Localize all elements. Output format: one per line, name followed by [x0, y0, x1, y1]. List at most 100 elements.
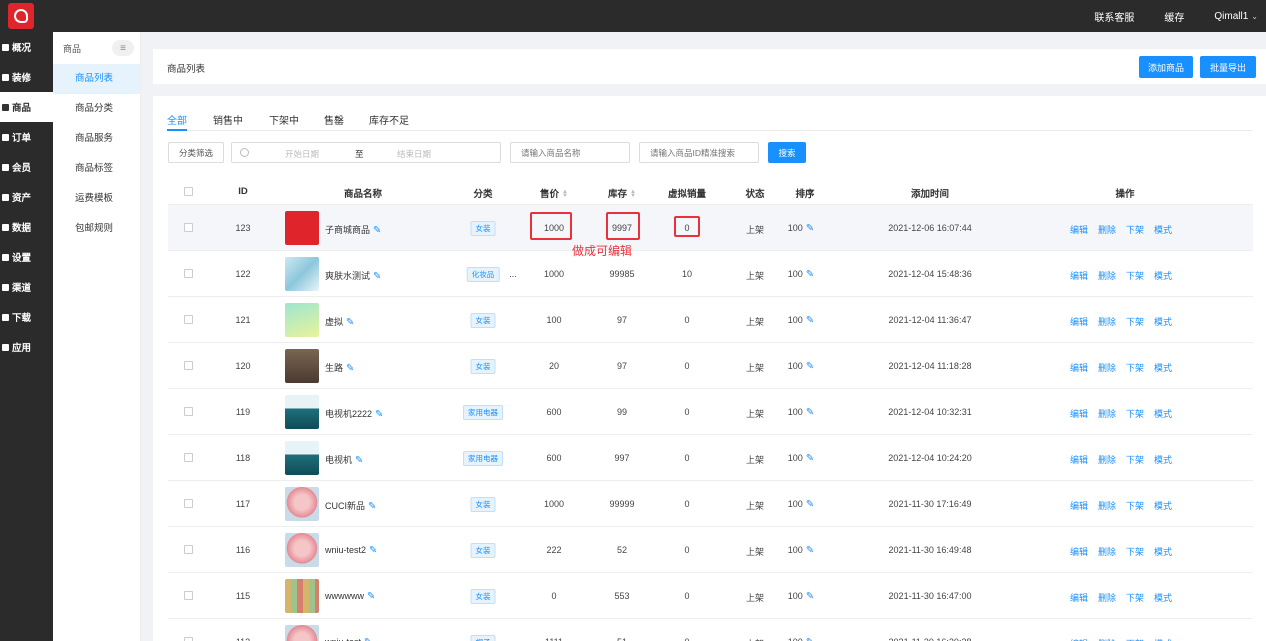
sidebar-item-member[interactable]: 会员 [0, 152, 53, 182]
goods-name-search-input[interactable] [510, 142, 630, 163]
offshelf-link[interactable]: 下架 [1126, 223, 1144, 236]
edit-link[interactable]: 编辑 [1070, 407, 1088, 420]
mode-link[interactable]: 模式 [1154, 315, 1172, 328]
edit-link[interactable]: 编辑 [1070, 269, 1088, 282]
cache-link[interactable]: 缓存 [1164, 9, 1184, 24]
offshelf-link[interactable]: 下架 [1126, 361, 1144, 374]
mode-link[interactable]: 模式 [1154, 637, 1172, 641]
edit-link[interactable]: 编辑 [1070, 315, 1088, 328]
row-checkbox[interactable] [184, 453, 193, 462]
edit-pencil-icon[interactable]: ✎ [375, 409, 383, 420]
sidebar-item-order[interactable]: 订单 [0, 122, 53, 152]
offshelf-link[interactable]: 下架 [1126, 269, 1144, 282]
tab-low-stock[interactable]: 库存不足 [369, 112, 409, 127]
start-date-input[interactable]: 开始日期 [285, 148, 319, 160]
delete-link[interactable]: 删除 [1098, 545, 1116, 558]
delete-link[interactable]: 删除 [1098, 315, 1116, 328]
date-range-picker[interactable]: 开始日期 至 结束日期 [231, 142, 501, 163]
edit-pencil-icon[interactable]: ✎ [806, 591, 814, 602]
edit-link[interactable]: 编辑 [1070, 361, 1088, 374]
mode-link[interactable]: 模式 [1154, 407, 1172, 420]
submenu-item-free-shipping[interactable]: 包邮规则 [53, 214, 140, 244]
delete-link[interactable]: 删除 [1098, 453, 1116, 466]
delete-link[interactable]: 删除 [1098, 591, 1116, 604]
logo[interactable] [8, 3, 34, 29]
mode-link[interactable]: 模式 [1154, 499, 1172, 512]
submenu-item-goods-service[interactable]: 商品服务 [53, 124, 140, 154]
category-filter-button[interactable]: 分类筛选 [168, 142, 224, 163]
submenu-item-shipping-template[interactable]: 运费模板 [53, 184, 140, 214]
sidebar-item-goods[interactable]: 商品 [0, 92, 53, 122]
mode-link[interactable]: 模式 [1154, 361, 1172, 374]
mode-link[interactable]: 模式 [1154, 269, 1172, 282]
row-checkbox[interactable] [184, 591, 193, 600]
end-date-input[interactable]: 结束日期 [397, 148, 431, 160]
edit-pencil-icon[interactable]: ✎ [368, 501, 376, 512]
edit-pencil-icon[interactable]: ✎ [806, 499, 814, 510]
delete-link[interactable]: 删除 [1098, 407, 1116, 420]
delete-link[interactable]: 删除 [1098, 361, 1116, 374]
search-button[interactable]: 搜索 [768, 142, 806, 163]
row-checkbox[interactable] [184, 269, 193, 278]
row-checkbox[interactable] [184, 223, 193, 232]
user-menu[interactable]: Qimall1 ⌄ [1214, 11, 1258, 22]
sidebar-item-channel[interactable]: 渠道 [0, 272, 53, 302]
edit-link[interactable]: 编辑 [1070, 637, 1088, 641]
collapse-menu-icon[interactable]: ≡ [112, 40, 134, 56]
edit-link[interactable]: 编辑 [1070, 453, 1088, 466]
edit-link[interactable]: 编辑 [1070, 591, 1088, 604]
col-stock[interactable]: 库存 ▲ ▼ [608, 186, 636, 200]
row-checkbox[interactable] [184, 499, 193, 508]
edit-pencil-icon[interactable]: ✎ [806, 361, 814, 372]
select-all-checkbox[interactable] [184, 187, 193, 196]
edit-pencil-icon[interactable]: ✎ [367, 591, 375, 602]
offshelf-link[interactable]: 下架 [1126, 637, 1144, 641]
mode-link[interactable]: 模式 [1154, 591, 1172, 604]
edit-pencil-icon[interactable]: ✎ [373, 225, 381, 236]
category-more[interactable]: ... [509, 269, 517, 279]
delete-link[interactable]: 删除 [1098, 637, 1116, 641]
mode-link[interactable]: 模式 [1154, 453, 1172, 466]
delete-link[interactable]: 删除 [1098, 499, 1116, 512]
edit-pencil-icon[interactable]: ✎ [364, 637, 372, 641]
mode-link[interactable]: 模式 [1154, 545, 1172, 558]
offshelf-link[interactable]: 下架 [1126, 453, 1144, 466]
edit-pencil-icon[interactable]: ✎ [806, 407, 814, 418]
edit-pencil-icon[interactable]: ✎ [806, 637, 814, 641]
tab-off-shelf[interactable]: 下架中 [269, 112, 299, 127]
sidebar-item-overview[interactable]: 概况 [0, 32, 53, 62]
delete-link[interactable]: 删除 [1098, 223, 1116, 236]
customer-service-link[interactable]: 联系客服 [1094, 9, 1134, 24]
offshelf-link[interactable]: 下架 [1126, 499, 1144, 512]
edit-pencil-icon[interactable]: ✎ [346, 363, 354, 374]
edit-pencil-icon[interactable]: ✎ [355, 455, 363, 466]
offshelf-link[interactable]: 下架 [1126, 315, 1144, 328]
edit-link[interactable]: 编辑 [1070, 223, 1088, 236]
submenu-item-goods-tag[interactable]: 商品标签 [53, 154, 140, 184]
edit-link[interactable]: 编辑 [1070, 545, 1088, 558]
edit-pencil-icon[interactable]: ✎ [806, 269, 814, 280]
edit-link[interactable]: 编辑 [1070, 499, 1088, 512]
row-checkbox[interactable] [184, 637, 193, 641]
delete-link[interactable]: 删除 [1098, 269, 1116, 282]
sidebar-item-decoration[interactable]: 装修 [0, 62, 53, 92]
tab-sold-out[interactable]: 售罄 [324, 112, 344, 127]
col-price[interactable]: 售价 ▲ ▼ [540, 186, 568, 200]
sidebar-item-data[interactable]: 数据 [0, 212, 53, 242]
row-checkbox[interactable] [184, 315, 193, 324]
edit-pencil-icon[interactable]: ✎ [806, 545, 814, 556]
add-goods-button[interactable]: 添加商品 [1139, 56, 1193, 78]
tab-all[interactable]: 全部 [167, 112, 187, 127]
edit-pencil-icon[interactable]: ✎ [806, 315, 814, 326]
offshelf-link[interactable]: 下架 [1126, 407, 1144, 420]
mode-link[interactable]: 模式 [1154, 223, 1172, 236]
sidebar-item-download[interactable]: 下载 [0, 302, 53, 332]
offshelf-link[interactable]: 下架 [1126, 591, 1144, 604]
goods-id-search-input[interactable] [639, 142, 759, 163]
row-checkbox[interactable] [184, 361, 193, 370]
edit-pencil-icon[interactable]: ✎ [806, 453, 814, 464]
row-checkbox[interactable] [184, 545, 193, 554]
row-checkbox[interactable] [184, 407, 193, 416]
submenu-item-goods-list[interactable]: 商品列表 [53, 64, 140, 94]
offshelf-link[interactable]: 下架 [1126, 545, 1144, 558]
